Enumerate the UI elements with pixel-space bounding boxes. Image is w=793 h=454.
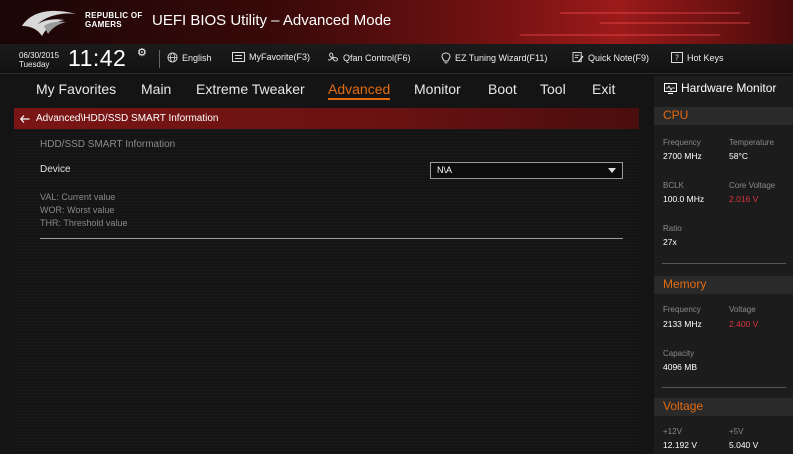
svg-text:?: ? xyxy=(675,54,679,63)
legend-thr: THR: Threshold value xyxy=(40,218,128,228)
divider xyxy=(40,238,623,239)
voltage-heading: Voltage xyxy=(663,399,704,413)
tab-advanced[interactable]: Advanced xyxy=(328,81,391,100)
date-display[interactable]: 06/30/2015 Tuesday xyxy=(19,51,59,69)
main-menu: My Favorites Main Extreme Tweaker Advanc… xyxy=(0,76,640,104)
info-bar: 06/30/2015 Tuesday 11:42 ⚙ English MyFav… xyxy=(0,44,793,74)
qfan-label: Qfan Control(F6) xyxy=(343,52,411,63)
fan-icon xyxy=(327,52,339,62)
quick-note-label: Quick Note(F9) xyxy=(588,52,650,63)
day-text: Tuesday xyxy=(19,60,50,69)
cpu-section-header: CPU xyxy=(654,107,793,125)
breadcrumb: Advanced\HDD/SSD SMART Information xyxy=(14,108,639,129)
clock-display[interactable]: 11:42 xyxy=(68,45,126,72)
tab-my-favorites[interactable]: My Favorites xyxy=(36,81,116,97)
device-select-value: N\A xyxy=(437,165,453,175)
divider xyxy=(662,387,786,388)
brand-line-1: REPUBLIC OF xyxy=(85,11,143,20)
capacity-value: 4096 MB xyxy=(663,362,698,372)
breadcrumb-path: Advanced\HDD/SSD SMART Information xyxy=(36,113,219,124)
capacity-label: Capacity xyxy=(663,349,695,358)
memory-voltage-label: Voltage xyxy=(729,305,756,314)
memory-frequency-label: Frequency xyxy=(663,305,701,314)
tab-exit[interactable]: Exit xyxy=(592,81,615,97)
gear-icon[interactable]: ⚙ xyxy=(137,46,147,59)
help-icon: ? xyxy=(671,52,683,63)
cpu-frequency-value: 2700 MHz xyxy=(663,151,702,161)
core-voltage-label: Core Voltage xyxy=(729,181,776,190)
cpu-heading: CPU xyxy=(663,108,689,122)
globe-icon xyxy=(167,52,178,63)
chevron-down-icon xyxy=(608,168,616,173)
tab-main[interactable]: Main xyxy=(141,81,171,97)
ratio-label: Ratio xyxy=(663,224,682,233)
language-label: English xyxy=(182,52,212,63)
device-select[interactable]: N\A xyxy=(430,162,623,179)
memory-section-header: Memory xyxy=(654,276,793,294)
tab-boot[interactable]: Boot xyxy=(488,81,517,97)
hardware-monitor-label: Hardware Monitor xyxy=(681,81,777,95)
legend-wor: WOR: Worst value xyxy=(40,205,115,215)
ez-tuning-wizard-button[interactable]: EZ Tuning Wizard(F11) xyxy=(441,52,547,64)
hot-keys-button[interactable]: ? Hot Keys xyxy=(671,52,724,63)
bclk-value: 100.0 MHz xyxy=(663,194,705,204)
memory-heading: Memory xyxy=(663,277,707,291)
brand-text: REPUBLIC OF GAMERS xyxy=(85,11,143,29)
myfavorite-button[interactable]: MyFavorite(F3) xyxy=(232,52,310,62)
app-title: UEFI BIOS Utility – Advanced Mode xyxy=(152,12,392,29)
tab-extreme-tweaker[interactable]: Extreme Tweaker xyxy=(196,81,305,97)
rog-logo-icon xyxy=(22,10,76,36)
hardware-monitor-panel: Hardware Monitor CPU Frequency Temperatu… xyxy=(654,76,793,454)
bulb-icon xyxy=(441,52,451,64)
core-voltage-value: 2.016 V xyxy=(729,194,759,204)
tab-monitor[interactable]: Monitor xyxy=(414,81,461,97)
monitor-icon xyxy=(664,82,677,94)
list-icon xyxy=(232,52,245,62)
v5-label: +5V xyxy=(729,427,744,436)
divider xyxy=(159,50,160,68)
quick-note-button[interactable]: Quick Note(F9) xyxy=(572,52,649,63)
title-bar: REPUBLIC OF GAMERS UEFI BIOS Utility – A… xyxy=(0,0,793,44)
bclk-label: BCLK xyxy=(663,181,684,190)
v5-value: 5.040 V xyxy=(729,440,759,450)
tab-tool[interactable]: Tool xyxy=(540,81,566,97)
ratio-value: 27x xyxy=(663,237,677,247)
cpu-frequency-label: Frequency xyxy=(663,138,701,147)
legend-val: VAL: Current value xyxy=(40,192,116,202)
date-text: 06/30/2015 xyxy=(19,51,60,60)
back-arrow-icon[interactable] xyxy=(20,114,30,123)
memory-frequency-value: 2133 MHz xyxy=(663,319,702,329)
hot-keys-label: Hot Keys xyxy=(687,52,724,63)
note-icon xyxy=(572,52,584,63)
divider xyxy=(662,263,786,264)
memory-voltage-value: 2.400 V xyxy=(729,319,759,329)
language-button[interactable]: English xyxy=(167,52,212,63)
cpu-temperature-label: Temperature xyxy=(729,138,774,147)
qfan-control-button[interactable]: Qfan Control(F6) xyxy=(327,52,411,63)
hardware-monitor-title: Hardware Monitor xyxy=(664,81,776,95)
voltage-section-header: Voltage xyxy=(654,398,793,416)
ez-tuning-label: EZ Tuning Wizard(F11) xyxy=(455,53,548,63)
myfavorite-label: MyFavorite(F3) xyxy=(249,52,311,62)
v12-label: +12V xyxy=(663,427,682,436)
cpu-temperature-value: 58°C xyxy=(729,151,748,161)
content-panel: HDD/SSD SMART Information Device N\A VAL… xyxy=(14,129,639,454)
brand-line-2: GAMERS xyxy=(85,20,122,29)
section-title: HDD/SSD SMART Information xyxy=(40,139,176,150)
device-label: Device xyxy=(40,164,71,175)
v12-value: 12.192 V xyxy=(663,440,698,450)
